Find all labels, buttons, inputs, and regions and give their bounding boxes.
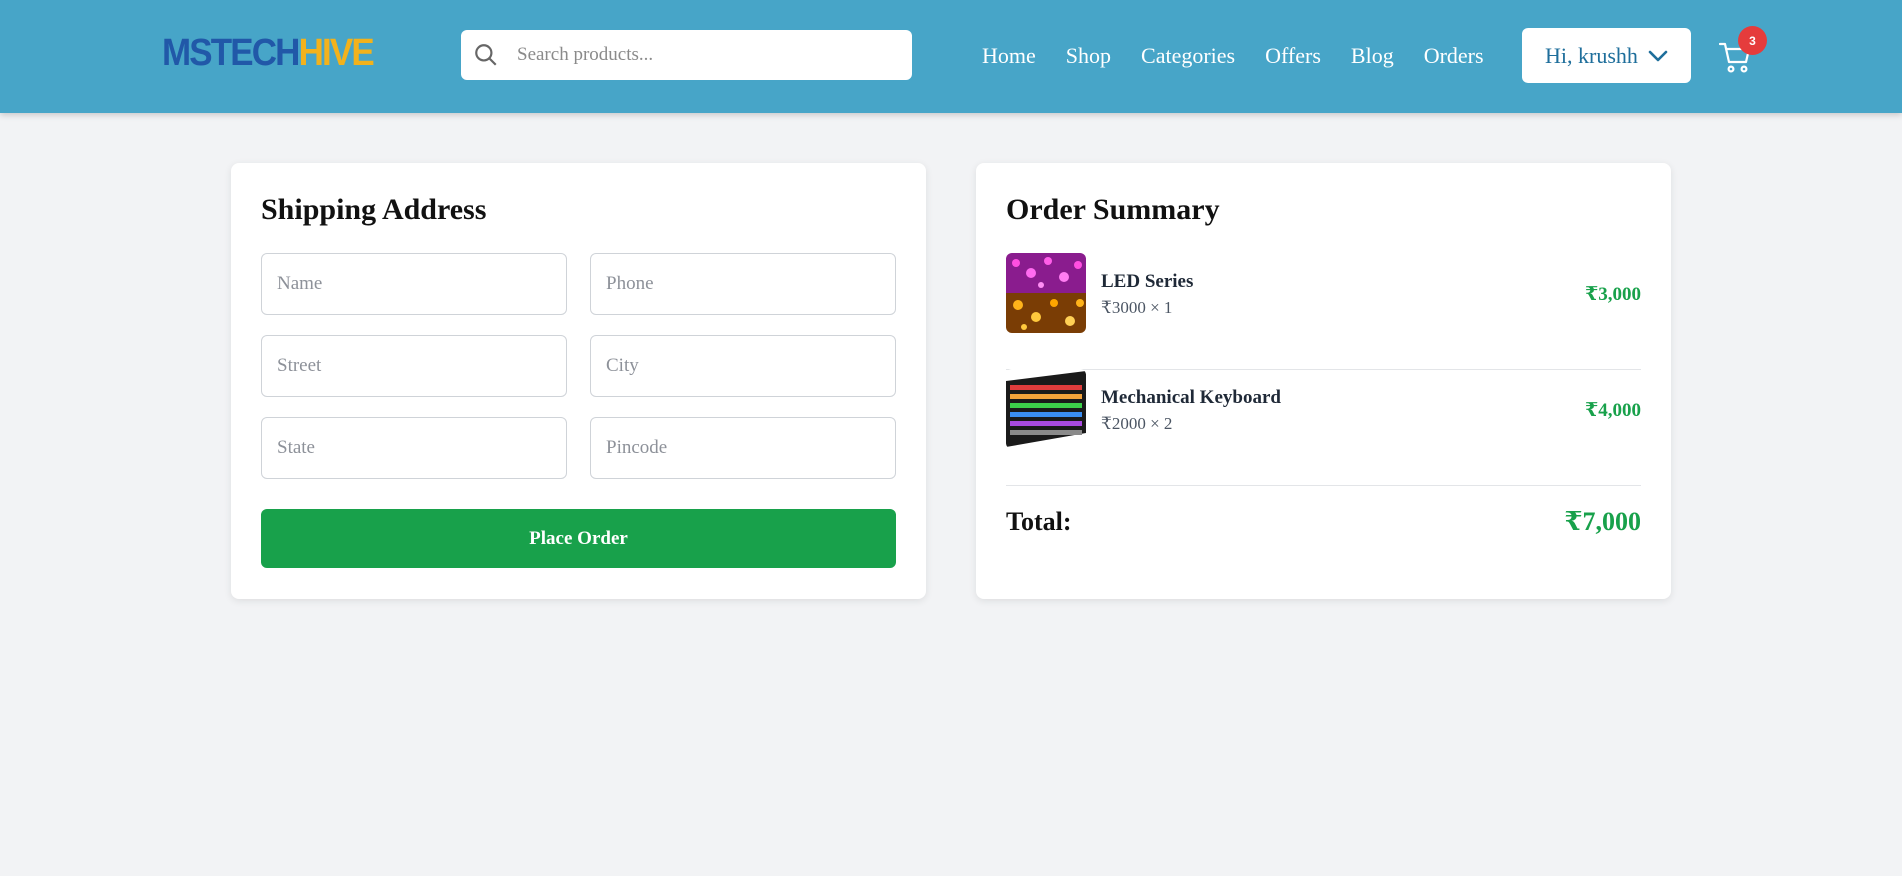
led-series-thumbnail	[1006, 253, 1086, 333]
item-price: ₹4,000	[1585, 400, 1641, 421]
nav-link-home[interactable]: Home	[982, 43, 1036, 69]
item-price: ₹3,000	[1585, 284, 1641, 305]
item-quantity: ₹3000 × 1	[1101, 298, 1173, 317]
city-input[interactable]	[591, 336, 886, 396]
cart-count-badge: 3	[1738, 26, 1767, 55]
nav-link-offers[interactable]: Offers	[1265, 43, 1321, 69]
mechanical-keyboard-thumbnail	[1006, 369, 1086, 449]
total-value: ₹7,000	[1564, 507, 1641, 536]
nav-link-blog[interactable]: Blog	[1351, 43, 1394, 69]
nav-link-orders[interactable]: Orders	[1424, 43, 1484, 69]
pincode-input[interactable]	[591, 418, 886, 478]
name-field-wrapper	[261, 253, 567, 315]
search-input[interactable]	[515, 43, 899, 67]
street-input[interactable]	[262, 336, 557, 396]
logo-text-accent: HIVE	[298, 31, 375, 74]
logo-text-primary: MSTECH	[162, 31, 300, 74]
phone-input[interactable]	[591, 254, 886, 314]
state-input[interactable]	[262, 418, 557, 478]
state-field-wrapper	[261, 417, 567, 479]
search-bar[interactable]	[461, 30, 912, 80]
order-item: LED Series ₹3000 × 1 ₹3,000	[1006, 253, 1641, 370]
shipping-title: Shipping Address	[261, 193, 487, 226]
item-name: Mechanical Keyboard	[1101, 387, 1281, 408]
site-logo[interactable]: MSTECH HIVE	[162, 31, 375, 74]
search-icon	[475, 44, 497, 66]
item-name: LED Series	[1101, 271, 1194, 292]
street-field-wrapper	[261, 335, 567, 397]
order-summary-card: Order Summary LED Series ₹3000 × 1 ₹3,00…	[976, 163, 1671, 599]
city-field-wrapper	[590, 335, 896, 397]
nav-link-categories[interactable]: Categories	[1141, 43, 1235, 69]
pincode-field-wrapper	[590, 417, 896, 479]
place-order-button[interactable]: Place Order	[261, 509, 896, 568]
item-quantity: ₹2000 × 2	[1101, 414, 1173, 433]
total-divider	[1006, 485, 1641, 486]
nav-link-shop[interactable]: Shop	[1066, 43, 1111, 69]
order-item: Mechanical Keyboard ₹2000 × 2 ₹4,000	[1006, 369, 1641, 486]
user-greeting: Hi, krushh	[1545, 42, 1638, 68]
top-navbar: MSTECHHIVE Home Shop Categories Offers B…	[0, 0, 1902, 113]
total-label: Total:	[1006, 507, 1072, 536]
shipping-address-card: Shipping Address Place Order	[231, 163, 926, 599]
main-nav: Home Shop Categories Offers Blog Orders	[982, 40, 1514, 72]
user-menu-button[interactable]: Hi, krushh	[1522, 28, 1691, 83]
order-summary-title: Order Summary	[1006, 193, 1220, 226]
chevron-down-icon	[1648, 50, 1668, 61]
name-input[interactable]	[262, 254, 557, 314]
phone-field-wrapper	[590, 253, 896, 315]
